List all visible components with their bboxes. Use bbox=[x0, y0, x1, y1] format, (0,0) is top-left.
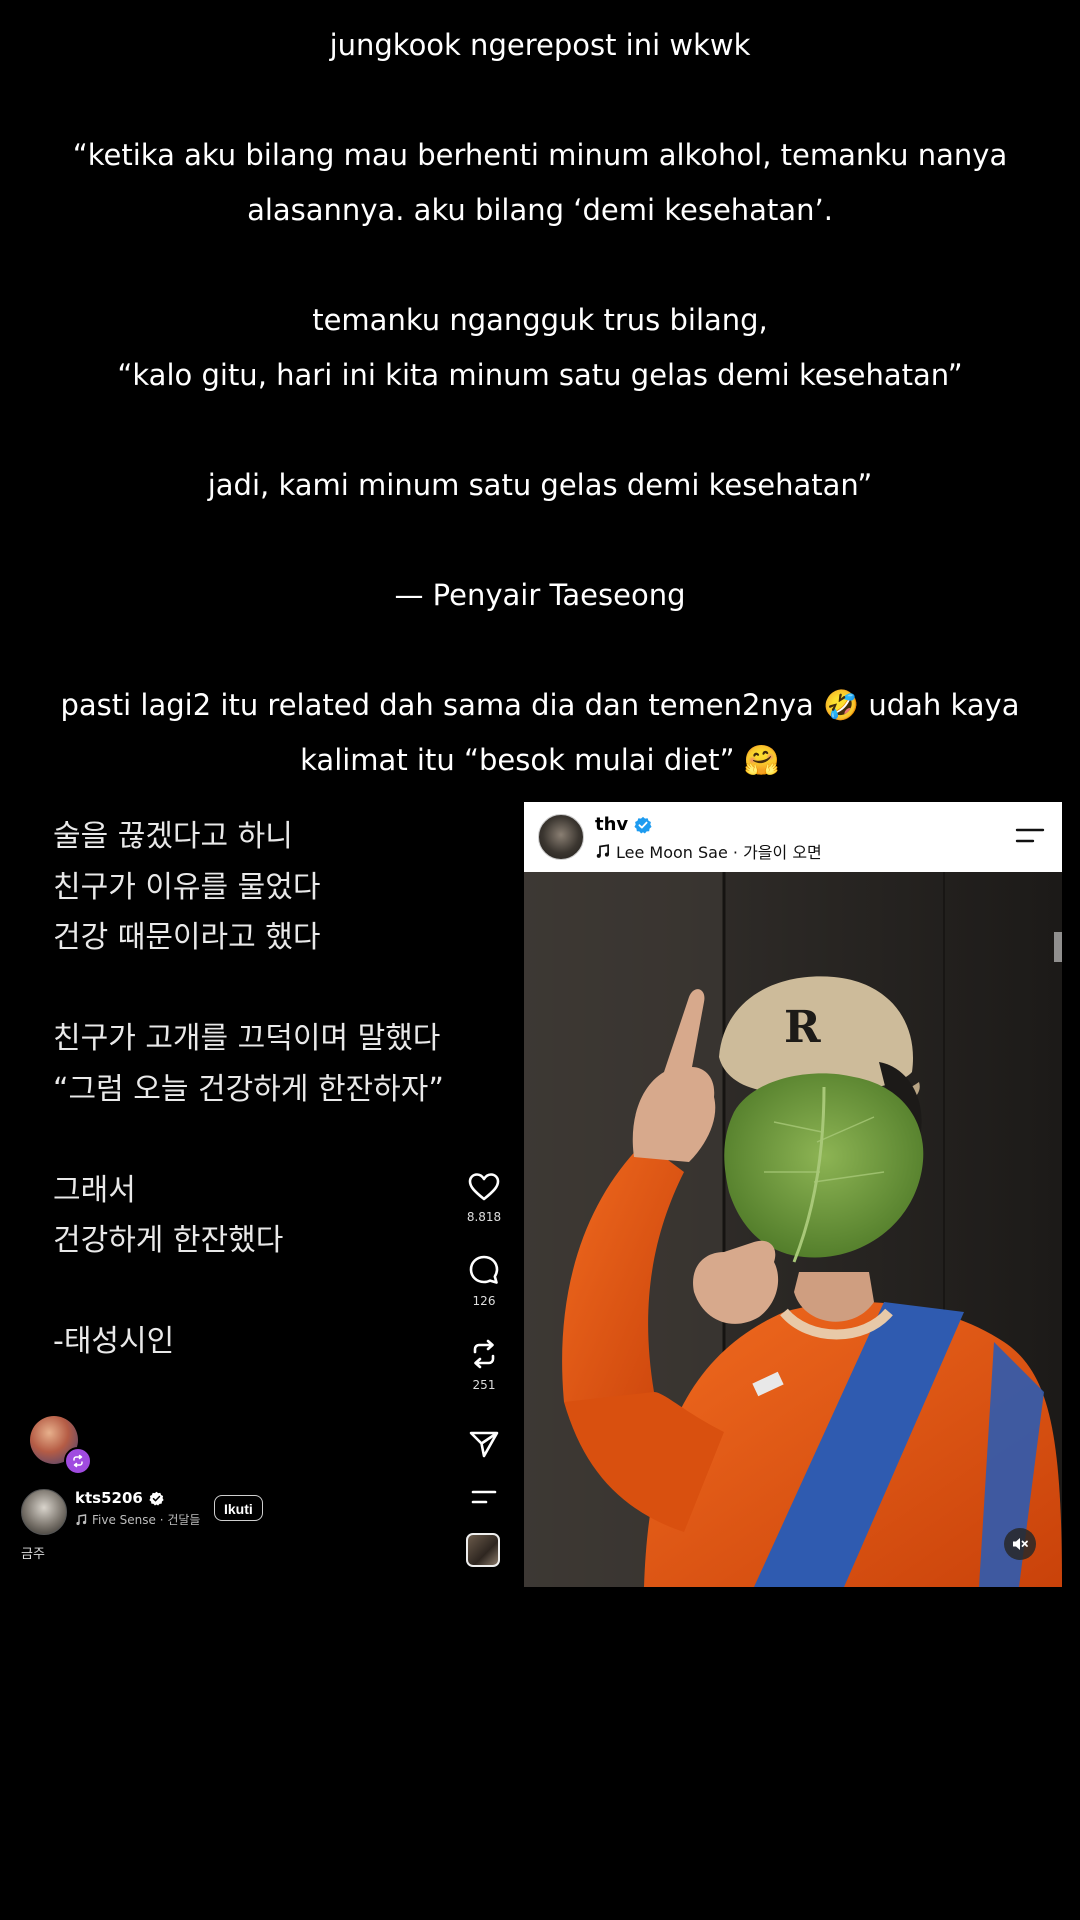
author-music[interactable]: Five Sense · 건달들 bbox=[75, 1511, 200, 1528]
caption-line: pasti lagi2 itu related dah sama dia dan… bbox=[60, 688, 1020, 722]
cap-letter: R bbox=[784, 1002, 821, 1053]
post-caption: 금주 bbox=[21, 1547, 45, 1562]
post-header: thv Lee Moon Sae · 가을이 오면 bbox=[524, 802, 1062, 872]
caption-line: jungkook ngerepost ini wkwk bbox=[329, 28, 751, 62]
post-username-text: thv bbox=[595, 814, 629, 835]
like-count: 8.818 bbox=[466, 1210, 502, 1224]
caption-line bbox=[40, 513, 1040, 568]
poem-text: 술을 끊겠다고 하니 친구가 이유를 물었다 건강 때문이라고 했다 친구가 고… bbox=[53, 819, 444, 1359]
comment-icon bbox=[469, 1255, 499, 1284]
verified-badge-icon bbox=[149, 1491, 164, 1506]
repost-count: 251 bbox=[472, 1378, 496, 1392]
repost-icon bbox=[473, 1339, 495, 1369]
post-music-text: Lee Moon Sae · 가을이 오면 bbox=[616, 843, 822, 862]
muted-speaker-icon bbox=[1013, 1538, 1028, 1550]
more-button[interactable] bbox=[466, 1488, 502, 1506]
mute-button[interactable] bbox=[1004, 1528, 1036, 1560]
comment-button[interactable]: 126 bbox=[466, 1254, 502, 1308]
caption-line: “kalo gitu, hari ini kita minum satu gel… bbox=[117, 358, 963, 392]
caption-line: alasannya. aku bilang ‘demi kesehatan’. bbox=[247, 193, 833, 227]
author-music-text: Five Sense · 건달들 bbox=[92, 1513, 201, 1527]
author-username-text: kts5206 bbox=[75, 1489, 143, 1507]
share-button[interactable] bbox=[466, 1428, 502, 1460]
music-note-icon bbox=[76, 1513, 87, 1525]
heart-icon bbox=[468, 1173, 500, 1201]
repost-button[interactable]: 251 bbox=[466, 1338, 502, 1392]
follow-button[interactable]: Ikuti bbox=[214, 1495, 263, 1521]
author-username[interactable]: kts5206 bbox=[75, 1489, 164, 1507]
caption-line bbox=[40, 238, 1040, 293]
menu-icon[interactable] bbox=[1015, 826, 1045, 846]
caption-line: “ketika aku bilang mau berhenti minum al… bbox=[72, 138, 1008, 172]
music-note-icon bbox=[596, 843, 609, 858]
caption-line bbox=[40, 623, 1040, 678]
verified-badge-icon bbox=[634, 816, 652, 833]
post-music[interactable]: Lee Moon Sae · 가을이 오면 bbox=[595, 839, 822, 863]
original-post-screenshot: thv Lee Moon Sae · 가을이 오면 R bbox=[524, 802, 1062, 1587]
caption-line bbox=[40, 403, 1040, 458]
repost-badge-icon bbox=[64, 1447, 92, 1475]
post-username[interactable]: thv bbox=[595, 814, 652, 835]
caption-text: jungkook ngerepost ini wkwk “ketika aku … bbox=[40, 18, 1040, 788]
audio-thumbnail[interactable] bbox=[466, 1533, 500, 1567]
caption-line: kalimat itu “besok mulai diet” 🤗 bbox=[300, 743, 780, 777]
caption-line: temanku ngangguk trus bilang, bbox=[312, 303, 768, 337]
caption-line: — Penyair Taeseong bbox=[394, 578, 686, 612]
reposted-reel-screenshot: 술을 끊겠다고 하니 친구가 이유를 물었다 건강 때문이라고 했다 친구가 고… bbox=[0, 800, 520, 1590]
post-photo[interactable]: R bbox=[524, 872, 1062, 1587]
caption-line bbox=[40, 73, 1040, 128]
caption-line: jadi, kami minum satu gelas demi kesehat… bbox=[207, 468, 873, 502]
like-button[interactable]: 8.818 bbox=[466, 1172, 502, 1224]
menu-icon bbox=[471, 1490, 497, 1504]
thv-avatar[interactable] bbox=[538, 814, 584, 860]
send-icon bbox=[469, 1431, 499, 1458]
comment-count: 126 bbox=[472, 1294, 496, 1308]
author-avatar[interactable] bbox=[21, 1489, 67, 1535]
